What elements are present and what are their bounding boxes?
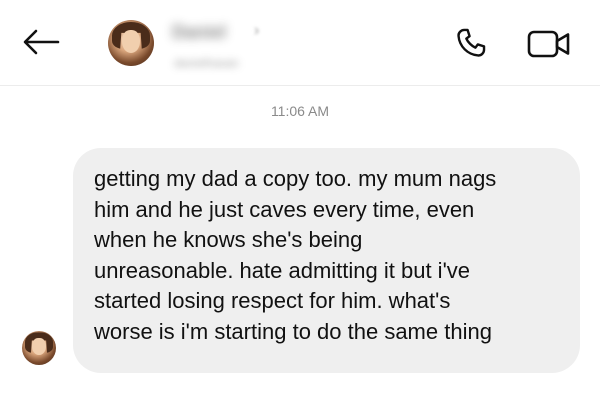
audio-call-button[interactable]	[454, 26, 488, 60]
back-button[interactable]	[20, 26, 62, 58]
video-call-button[interactable]	[526, 28, 572, 60]
video-camera-icon	[527, 30, 570, 58]
sender-avatar[interactable]	[22, 331, 56, 365]
phone-icon	[457, 28, 486, 57]
message-timestamp: 11:06 AM	[270, 103, 330, 119]
contact-username: danielhasan	[174, 56, 239, 70]
contact-name[interactable]: Daniel	[172, 22, 226, 43]
chevron-right-icon: ›	[254, 22, 260, 39]
message-text: getting my dad a copy too. my mum nags h…	[94, 166, 497, 344]
chat-header: Daniel › danielhasan	[0, 0, 600, 86]
contact-avatar[interactable]	[108, 20, 154, 66]
message-bubble[interactable]: getting my dad a copy too. my mum nags h…	[73, 148, 580, 373]
arrow-left-icon	[23, 29, 60, 55]
